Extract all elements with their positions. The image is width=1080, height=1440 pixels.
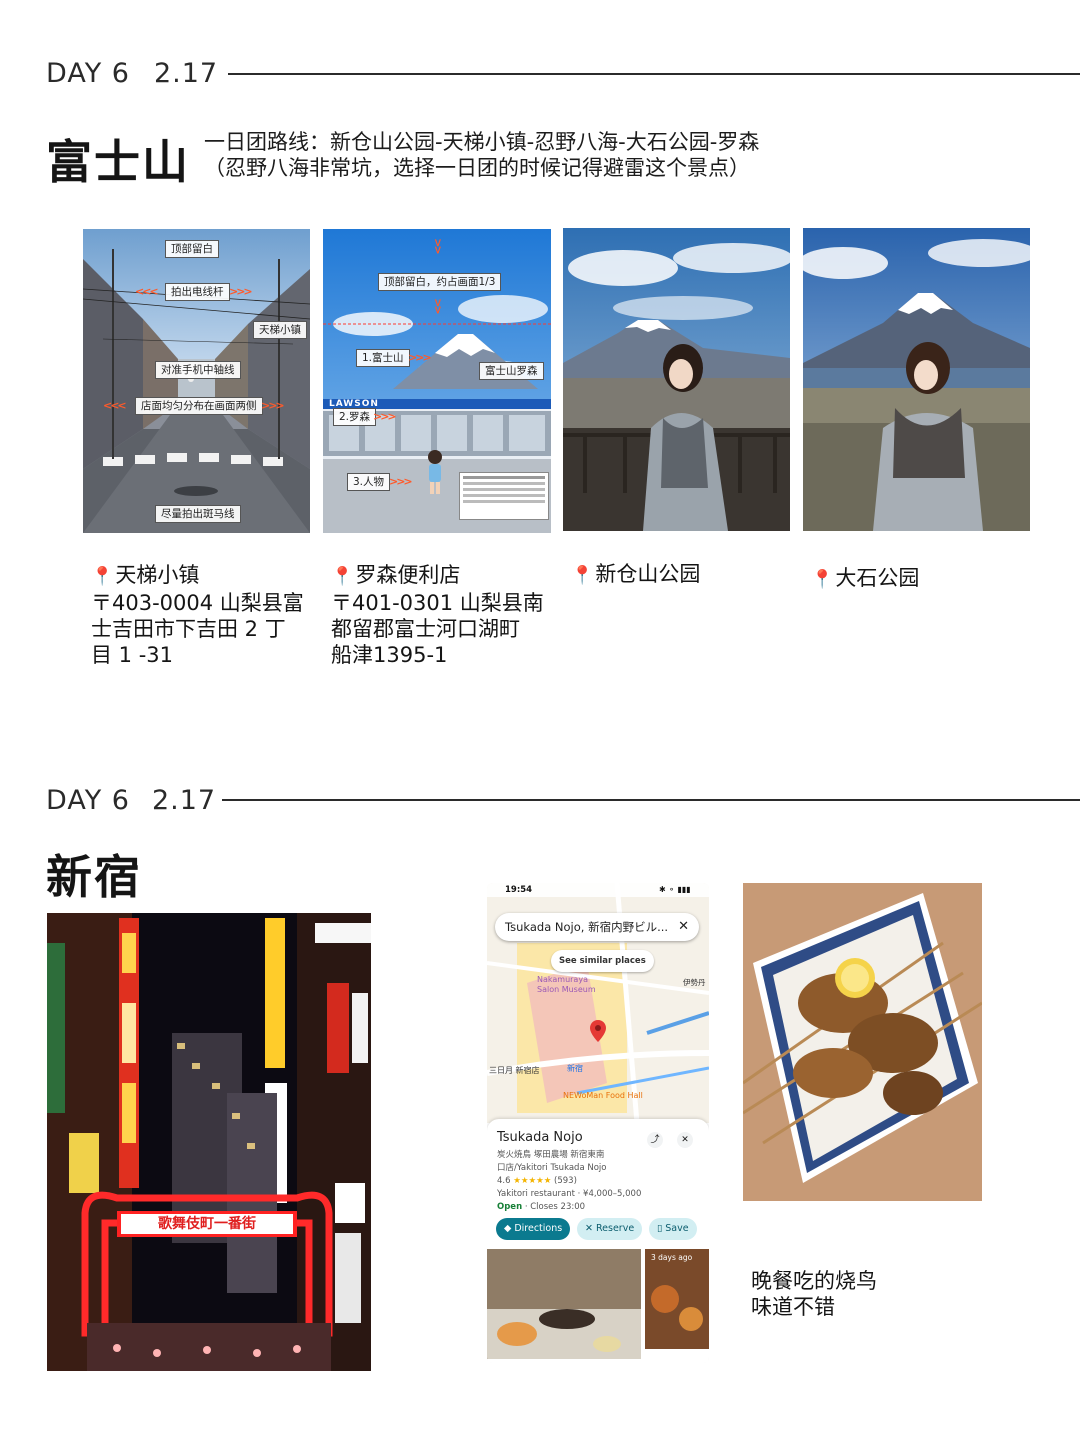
map-pin-icon: 📍: [571, 565, 594, 586]
place-caption-lawson: 📍罗森便利店 〒401-0301 山梨县南 都留郡富士河口湖町 船津1395-1: [331, 563, 544, 667]
map-screenshot: 19:54 ✱ ⚬ ▮▮▮ Tsukada Nojo, 新宿内野ビル... ✕ …: [487, 883, 709, 1363]
category-row: Yakitori restaurant · ¥4,000–5,000: [497, 1189, 642, 1199]
station-label: 新宿: [567, 1064, 583, 1073]
reserve-button[interactable]: ✕ Reserve: [577, 1218, 643, 1240]
map-pin-icon[interactable]: [590, 1020, 606, 1042]
day-label-2: DAY 6 2.17: [46, 785, 217, 816]
place-jp-name: 炭火焼鳥 塚田農場 新宿東南 口店/Yakitori Tsukada Nojo: [497, 1150, 607, 1173]
status-icons: ✱ ⚬ ▮▮▮: [659, 885, 691, 894]
city-title-shinjuku: 新宿: [46, 850, 142, 904]
see-similar-button[interactable]: See similar places: [551, 950, 654, 972]
divider: [228, 73, 1080, 75]
annotation-fuji: 1.富士山: [356, 349, 410, 367]
route-line: 一日团路线：新仓山公园-天梯小镇-忍野八海-大石公园-罗森: [204, 130, 760, 154]
map-search-text: Tsukada Nojo, 新宿内野ビル...: [505, 920, 669, 934]
place-photo-main[interactable]: [487, 1249, 641, 1359]
photo-arakurayama-park: [563, 228, 790, 531]
hours-row: Open · Closes 23:00: [497, 1202, 586, 1212]
dinner-caption: 晚餐吃的烧鸟 味道不错: [751, 1269, 877, 1319]
photo-stairway-town-guide: 顶部留白 拍出电线杆 <<< >>> 天梯小镇 对准手机中轴线 店面均匀分布在画…: [83, 229, 310, 533]
place-photo-second[interactable]: 3 days ago: [645, 1249, 709, 1349]
arrow-icon: >>>: [229, 285, 253, 298]
isetan-label: 伊勢丹: [683, 978, 706, 987]
annotation-crosswalk: 尽量拍出斑马线: [155, 505, 241, 523]
share-icon[interactable]: ⤴: [647, 1132, 663, 1148]
directions-icon: ◆: [504, 1223, 515, 1234]
arrow-icon: >>>: [408, 351, 432, 364]
bookmark-icon: ▯: [657, 1223, 666, 1234]
map-pin-icon: 📍: [811, 569, 834, 590]
save-button[interactable]: ▯ Save: [649, 1218, 697, 1240]
star-icon: ★★★★★: [513, 1176, 552, 1186]
map-search-bar[interactable]: Tsukada Nojo, 新宿内野ビル... ✕: [495, 913, 699, 941]
arrow-icon: >>>: [373, 410, 397, 423]
place-caption-stairway-town: 📍天梯小镇 〒403-0004 山梨县富 士吉田市下吉田 2 丁 目 1 -31: [91, 563, 304, 667]
close-icon[interactable]: ✕: [678, 913, 689, 941]
annotation-person: 3.人物: [347, 473, 391, 491]
food-hall-label: NEWoMan Food Hall: [563, 1091, 643, 1100]
arrow-icon: >>>: [389, 475, 413, 488]
museum-label: Nakamuraya Salon Museum: [537, 975, 596, 994]
arrow-icon: >>: [431, 238, 445, 253]
mitsuki-label: 三日月 新宿店: [489, 1066, 540, 1075]
map-pin-icon: 📍: [91, 566, 114, 587]
fork-knife-icon: ✕: [585, 1223, 596, 1234]
tip-note-box: [459, 472, 549, 520]
annotation-shops: 店面均匀分布在画面两侧: [135, 397, 263, 415]
divider-2: [222, 799, 1080, 801]
arrow-icon: >>>: [261, 399, 285, 412]
place-title: Tsukada Nojo: [497, 1130, 583, 1145]
status-time: 19:54: [505, 885, 533, 895]
annotation-top-blank: 顶部留白: [165, 240, 219, 258]
route-warning: （忍野八海非常坑，选择一日团的时候记得避雷这个景点）: [204, 156, 750, 180]
kabukicho-gate-sign: 歌舞伎町一番街: [158, 1216, 256, 1232]
place-caption-oishi: 📍大石公园: [811, 566, 920, 590]
photo-age-badge: 3 days ago: [651, 1253, 693, 1262]
arrow-icon: <<<: [103, 399, 127, 412]
photo-oishi-park: [803, 228, 1030, 531]
rating-row: 4.6 ★★★★★ (593): [497, 1176, 577, 1186]
arrow-icon: <<<: [135, 285, 159, 298]
place-caption-arakurayama: 📍新仓山公园: [571, 562, 701, 586]
annotation-power-lines: 拍出电线杆: [165, 283, 230, 301]
close-icon[interactable]: ✕: [677, 1132, 693, 1148]
day-label: DAY 6 2.17: [46, 58, 219, 89]
map-pin-icon: 📍: [331, 566, 354, 587]
annotation-lawson: 2.罗森: [333, 408, 377, 426]
city-title-fuji: 富士山: [46, 135, 190, 189]
photo-fuji-lawson-guide: >> 顶部留白，约占画面1/3 >> 1.富士山 >>> 富士山罗森 LAWSO…: [323, 229, 551, 533]
annotation-top-third: 顶部留白，约占画面1/3: [378, 273, 502, 291]
annotation-town: 天梯小镇: [253, 321, 307, 339]
annotation-center-axis: 对准手机中轴线: [155, 361, 241, 379]
photo-kabukicho-night: 歌舞伎町一番街: [47, 913, 371, 1371]
annotation-fuji-lawson: 富士山罗森: [479, 362, 544, 380]
photo-yakitori: [743, 883, 982, 1201]
directions-button[interactable]: ◆ Directions: [496, 1218, 571, 1240]
arrow-icon: >>: [431, 298, 445, 313]
